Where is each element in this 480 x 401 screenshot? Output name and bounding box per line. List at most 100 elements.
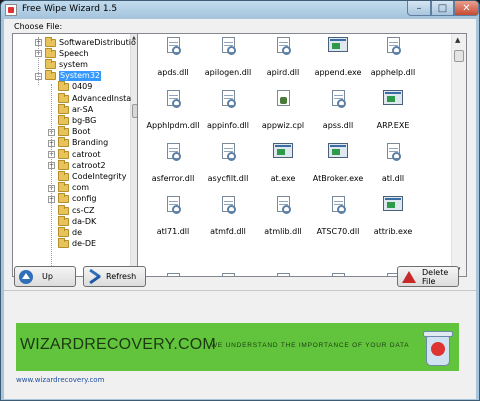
- website-link[interactable]: www.wizardrecovery.com: [16, 376, 104, 384]
- tree-item-label: ar-SA: [72, 104, 94, 114]
- banner-slogan: WE UNDERSTAND THE IMPORTANCE OF YOUR DAT…: [211, 342, 410, 349]
- dll-file-icon: [222, 37, 236, 55]
- tree-item-label: System32: [59, 71, 102, 82]
- dll-file-icon: [167, 196, 181, 214]
- close-button[interactable]: ✕: [454, 1, 479, 16]
- exe-file-icon: [328, 37, 348, 52]
- up-button-label: Up: [42, 272, 53, 281]
- cpl-file-icon: [277, 90, 290, 106]
- tree-item-label: catroot: [72, 149, 101, 159]
- exe-file-icon: [383, 196, 403, 211]
- file-list-scrollbar[interactable]: ▲ ▼: [451, 34, 466, 276]
- tree-item[interactable]: + catroot: [48, 148, 101, 160]
- tree-item-label: cs-CZ: [72, 205, 95, 215]
- tree-item-label: SoftwareDistributio: [59, 37, 136, 47]
- tree-item[interactable]: + config: [48, 193, 96, 205]
- dll-file-icon: [167, 37, 181, 55]
- exe-file-icon: [328, 143, 348, 158]
- file-item[interactable]: ARP.EXE: [361, 87, 425, 137]
- dll-file-icon: [222, 196, 236, 214]
- tree-item[interactable]: system: [35, 58, 88, 70]
- dll-file-icon: [277, 37, 291, 55]
- tree-item[interactable]: CodeIntegrity: [48, 170, 127, 182]
- tree-item[interactable]: + com: [48, 182, 89, 194]
- file-list-scroll-thumb[interactable]: [454, 50, 464, 62]
- tree-item[interactable]: + catroot2: [48, 159, 106, 171]
- tree-item-label: system: [59, 59, 88, 69]
- partial-file-icon: [222, 273, 235, 276]
- folder-icon: [58, 126, 69, 137]
- tree-connector-line: [51, 84, 52, 276]
- minimize-button[interactable]: –: [407, 1, 431, 16]
- folder-icon: [58, 226, 69, 237]
- delete-file-button[interactable]: Delete File: [397, 266, 459, 287]
- delete-file-button-label: Delete File: [422, 267, 449, 286]
- tree-item-label: catroot2: [72, 160, 106, 170]
- tree-item-label: Branding: [72, 138, 109, 148]
- partial-file-icon: [332, 273, 345, 276]
- up-arrow-icon: [19, 269, 33, 284]
- tree-item[interactable]: + Speech: [35, 47, 89, 59]
- tree-item-label: AdvancedInsta: [72, 93, 132, 103]
- banner-brand: WIZARDRECOVERY.COM: [20, 336, 216, 353]
- tree-item[interactable]: de-DE: [48, 238, 97, 250]
- folder-icon: [45, 58, 56, 69]
- tree-item-label: Speech: [59, 48, 89, 58]
- tree-item[interactable]: AdvancedInsta: [48, 92, 132, 104]
- tree-item[interactable]: ar-SA: [48, 103, 94, 115]
- folder-icon: [58, 170, 69, 181]
- tree-item[interactable]: de: [48, 226, 82, 238]
- folder-icon: [58, 81, 69, 92]
- scroll-up-arrow-icon[interactable]: ▲: [455, 36, 460, 44]
- refresh-button[interactable]: Refresh: [83, 266, 146, 287]
- tree-item[interactable]: + SoftwareDistributio: [35, 36, 136, 48]
- folder-tree[interactable]: ▲ ▼ +SoftwareDistributio+Speechsystem−Sy…: [12, 33, 138, 277]
- tree-item-label: 0409: [72, 82, 93, 92]
- file-list[interactable]: ▲ ▼ apds.dllapilogen.dllapird.dllappend.…: [137, 33, 467, 277]
- partial-file-icon: [167, 273, 180, 276]
- up-button[interactable]: Up: [14, 266, 76, 287]
- file-name: atl.dll: [381, 174, 405, 183]
- folder-icon: [58, 92, 69, 103]
- tree-item-label: bg-BG: [72, 115, 97, 125]
- delete-warning-icon: [402, 270, 416, 283]
- recycle-bin-icon: [423, 328, 453, 366]
- tree-item[interactable]: cs-CZ: [48, 204, 95, 216]
- tree-item[interactable]: 0409: [48, 81, 93, 93]
- tree-item-label: de-DE: [72, 239, 97, 249]
- folder-icon: [58, 159, 69, 170]
- file-name: attrib.exe: [373, 227, 413, 236]
- tree-item[interactable]: da-DK: [48, 215, 97, 227]
- maximize-button[interactable]: □: [431, 1, 454, 16]
- refresh-button-label: Refresh: [106, 272, 137, 281]
- dll-file-icon: [387, 143, 401, 161]
- dll-file-icon: [222, 143, 236, 161]
- folder-icon: [45, 36, 56, 47]
- tree-item[interactable]: + Boot: [48, 126, 90, 138]
- folder-icon: [45, 47, 56, 58]
- folder-icon: [58, 182, 69, 193]
- folder-icon: [58, 103, 69, 114]
- title-bar[interactable]: Free Wipe Wizard 1.5 – □ ✕: [1, 1, 479, 19]
- tree-item[interactable]: + Branding: [48, 137, 109, 149]
- folder-icon: [45, 70, 56, 81]
- file-item[interactable]: apphelp.dll: [361, 34, 425, 84]
- tree-item-label: da-DK: [72, 216, 97, 226]
- partial-file-icon: [277, 273, 290, 276]
- promo-banner[interactable]: WIZARDRECOVERY.COM WE UNDERSTAND THE IMP…: [16, 323, 459, 371]
- folder-icon: [58, 137, 69, 148]
- dll-file-icon: [387, 37, 401, 55]
- exe-file-icon: [383, 90, 403, 105]
- tree-item[interactable]: bg-BG: [48, 114, 97, 126]
- exe-file-icon: [273, 143, 293, 158]
- dll-file-icon: [332, 90, 346, 108]
- folder-icon: [58, 238, 69, 249]
- tree-item[interactable]: − System32: [35, 70, 102, 82]
- app-icon: [5, 4, 17, 16]
- refresh-icon: [88, 270, 102, 284]
- tree-connector-line: [38, 37, 39, 85]
- dll-file-icon: [167, 90, 181, 108]
- file-item[interactable]: atl.dll: [361, 140, 425, 190]
- tree-item-label: CodeIntegrity: [72, 171, 127, 181]
- file-item[interactable]: attrib.exe: [361, 193, 425, 243]
